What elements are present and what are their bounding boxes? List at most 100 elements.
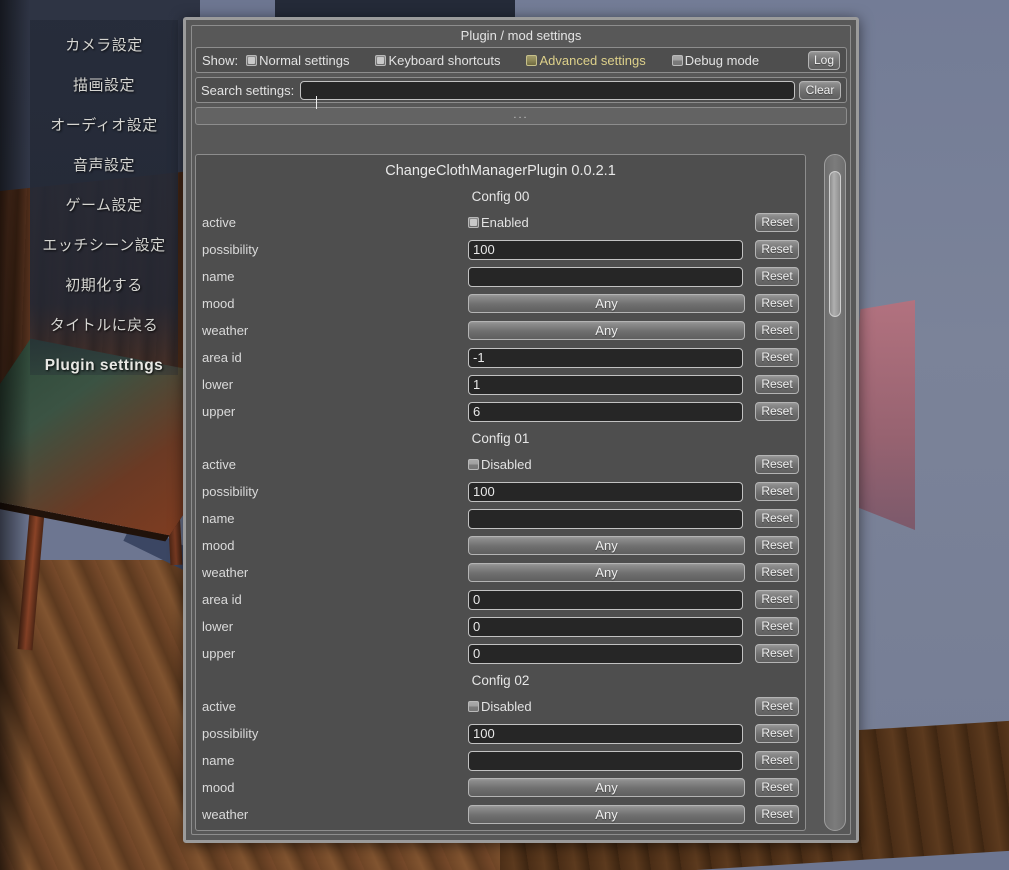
scrollbar-thumb[interactable]	[829, 171, 841, 317]
setting-dropdown[interactable]: Any	[468, 805, 745, 824]
game-menu-item-label: オーディオ設定	[50, 117, 158, 134]
clear-search-button[interactable]: Clear	[799, 80, 841, 100]
setting-row: possibility Reset	[196, 478, 805, 505]
setting-label: area id	[202, 350, 242, 365]
reset-button[interactable]: Reset	[755, 240, 799, 259]
reset-button[interactable]: Reset	[755, 455, 799, 474]
reset-button[interactable]: Reset	[755, 617, 799, 636]
setting-text-input[interactable]	[468, 266, 743, 287]
reset-button[interactable]: Reset	[755, 294, 799, 313]
setting-text-input[interactable]	[468, 374, 743, 395]
show-toggle-label: Debug mode	[684, 52, 760, 68]
setting-label: possibility	[202, 242, 259, 257]
game-menu-item-2[interactable]: オーディオ設定	[30, 106, 178, 146]
show-toggle-1[interactable]: Keyboard shortcuts	[375, 53, 500, 68]
reset-button[interactable]: Reset	[755, 778, 799, 797]
reset-button[interactable]: Reset	[755, 536, 799, 555]
log-button[interactable]: Log	[808, 50, 840, 70]
game-menu-item-6[interactable]: 初期化する	[30, 266, 178, 306]
setting-control: Reset	[468, 723, 799, 744]
search-label: Search settings:	[201, 82, 295, 98]
setting-row: mood Any Reset	[196, 774, 805, 801]
reset-button[interactable]: Reset	[755, 375, 799, 394]
show-toggle-2[interactable]: Advanced settings	[526, 53, 646, 68]
game-menu-item-label: エッチシーン設定	[42, 237, 166, 254]
game-menu-item-5[interactable]: エッチシーン設定	[30, 226, 178, 266]
vertical-scrollbar[interactable]	[824, 154, 846, 831]
window-title: Plugin / mod settings	[460, 28, 582, 43]
setting-row: active Disabled Reset	[196, 693, 805, 720]
window-title-bar[interactable]: Plugin / mod settings	[192, 26, 850, 46]
setting-row: name Reset	[196, 263, 805, 290]
game-menu-item-label: ゲーム設定	[65, 197, 143, 214]
setting-checkbox[interactable]: Disabled	[468, 699, 532, 714]
show-label: Show:	[202, 52, 239, 68]
setting-text-input[interactable]	[468, 508, 743, 529]
reset-button[interactable]: Reset	[755, 697, 799, 716]
setting-text-input[interactable]	[468, 239, 743, 260]
setting-dropdown[interactable]: Any	[468, 294, 745, 313]
reset-button[interactable]: Reset	[755, 751, 799, 770]
setting-text-input[interactable]	[468, 643, 743, 664]
reset-button[interactable]: Reset	[755, 321, 799, 340]
reset-button[interactable]: Reset	[755, 509, 799, 528]
setting-control: Any Reset	[468, 563, 799, 582]
setting-checkbox[interactable]: Enabled	[468, 215, 529, 230]
reset-button[interactable]: Reset	[755, 267, 799, 286]
setting-row: upper Reset	[196, 398, 805, 425]
reset-button[interactable]: Reset	[755, 348, 799, 367]
reset-button[interactable]: Reset	[755, 482, 799, 501]
setting-text-input[interactable]	[468, 347, 743, 368]
show-toggle-label: Normal settings	[259, 52, 350, 68]
setting-row: lower Reset	[196, 613, 805, 640]
setting-control: Any Reset	[468, 294, 799, 313]
setting-text-input[interactable]	[468, 616, 743, 637]
reset-button[interactable]: Reset	[755, 805, 799, 824]
setting-dropdown[interactable]: Any	[468, 778, 745, 797]
setting-dropdown[interactable]: Any	[468, 321, 745, 340]
setting-label: mood	[202, 780, 235, 795]
scene-vignette	[0, 0, 30, 870]
setting-label: upper	[202, 646, 236, 661]
setting-text-input[interactable]	[468, 723, 743, 744]
setting-control: Reset	[468, 643, 799, 664]
setting-dropdown[interactable]: Any	[468, 563, 745, 582]
reset-button[interactable]: Reset	[755, 590, 799, 609]
setting-dropdown[interactable]: Any	[468, 536, 745, 555]
setting-control: Disabled Reset	[468, 455, 799, 474]
plugin-window-inner: Plugin / mod settings Show: Normal setti…	[191, 25, 851, 835]
game-menu-item-8[interactable]: Plugin settings	[30, 346, 178, 386]
setting-label: weather	[202, 565, 249, 580]
search-bar: Search settings: Clear	[195, 77, 847, 103]
setting-row: active Disabled Reset	[196, 451, 805, 478]
reset-button[interactable]: Reset	[755, 402, 799, 421]
setting-text-input[interactable]	[468, 750, 743, 771]
game-menu-item-1[interactable]: 描画設定	[30, 66, 178, 106]
setting-label: mood	[202, 538, 235, 553]
reset-button[interactable]: Reset	[755, 724, 799, 743]
config-header-2: Config 02	[471, 673, 530, 688]
setting-row: area id Reset	[196, 344, 805, 371]
reset-button[interactable]: Reset	[755, 644, 799, 663]
checkbox-icon	[468, 459, 479, 470]
setting-label: lower	[202, 619, 234, 634]
show-toggle-0[interactable]: Normal settings	[246, 53, 349, 68]
setting-text-input[interactable]	[468, 401, 743, 422]
show-toggle-3[interactable]: Debug mode	[671, 52, 760, 68]
setting-checkbox-label: Disabled	[481, 699, 532, 714]
game-menu-item-3[interactable]: 音声設定	[30, 146, 178, 186]
game-menu-item-7[interactable]: タイトルに戻る	[30, 306, 178, 346]
reset-button[interactable]: Reset	[755, 563, 799, 582]
checkbox-icon	[468, 217, 479, 228]
setting-text-input[interactable]	[468, 481, 743, 502]
search-input[interactable]	[300, 80, 795, 100]
reset-button[interactable]: Reset	[755, 213, 799, 232]
game-menu-item-4[interactable]: ゲーム設定	[30, 186, 178, 226]
setting-row: name Reset	[196, 505, 805, 532]
setting-row: area id Reset	[196, 586, 805, 613]
setting-checkbox[interactable]: Disabled	[468, 457, 532, 472]
setting-text-input[interactable]	[468, 589, 743, 610]
show-toggle-label: Keyboard shortcuts	[388, 52, 501, 68]
game-menu-item-0[interactable]: カメラ設定	[30, 26, 178, 66]
collapsed-plugins-row[interactable]: ...	[195, 107, 847, 125]
